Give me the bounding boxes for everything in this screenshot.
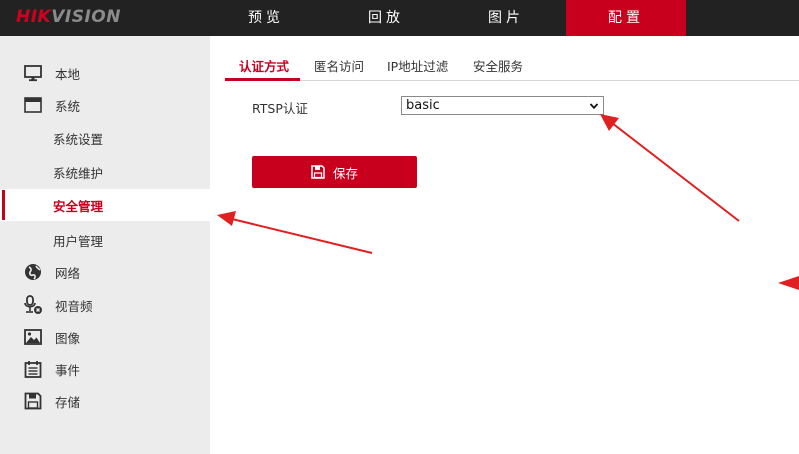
tab-authentication[interactable]: 认证方式 [239, 56, 289, 75]
hikvision-logo: HIKVISION [16, 7, 121, 27]
annotation-arrow-sidebar [217, 211, 373, 254]
monitor-icon [23, 64, 43, 82]
globe-icon [23, 263, 43, 281]
sidebar-item-storage[interactable]: 存储 [0, 385, 210, 417]
window-icon [23, 96, 43, 114]
sidebar-item-event[interactable]: 事件 [0, 353, 210, 385]
rtsp-auth-select[interactable]: basic [401, 96, 604, 115]
floppy-disk-icon [23, 392, 43, 410]
tab-anonymous-access[interactable]: 匿名访问 [314, 56, 364, 75]
sidebar-item-label: 存储 [55, 394, 81, 410]
logo-text-red: HIK [16, 7, 52, 27]
main-nav: 预览 回放 图片 配置 [206, 0, 686, 36]
sidebar-item-label: 安全管理 [53, 198, 104, 214]
save-button[interactable]: 保存 [252, 156, 417, 188]
sidebar-item-label: 系统设置 [53, 131, 104, 147]
sidebar-item-label: 网络 [55, 265, 81, 281]
microphone-icon [23, 295, 43, 314]
save-button-label: 保存 [332, 165, 358, 181]
sidebar-item-label: 图像 [55, 330, 81, 346]
active-indicator [2, 190, 5, 220]
sidebar-item-label: 视音频 [55, 298, 93, 314]
nav-picture[interactable]: 图片 [446, 0, 566, 36]
sidebar-item-system-settings[interactable]: 系统设置 [0, 122, 210, 154]
sidebar-item-label: 用户管理 [53, 233, 104, 249]
sidebar-item-network[interactable]: 网络 [0, 256, 210, 288]
sidebar-item-system-maintenance[interactable]: 系统维护 [0, 156, 210, 188]
active-tab-underline [225, 78, 300, 81]
sidebar-item-security[interactable]: 安全管理 [0, 189, 210, 221]
chevron-down-icon [588, 100, 600, 112]
calendar-icon [23, 360, 43, 378]
sidebar-item-label: 系统维护 [53, 165, 104, 181]
sidebar-item-label: 系统 [55, 98, 81, 114]
nav-preview[interactable]: 预览 [206, 0, 326, 36]
tab-ip-filter[interactable]: IP地址过滤 [387, 56, 448, 75]
sidebar-item-video-audio[interactable]: 视音频 [0, 289, 210, 321]
nav-playback[interactable]: 回放 [326, 0, 446, 36]
image-icon [23, 328, 43, 346]
tab-bar: 认证方式 匿名访问 IP地址过滤 安全服务 [225, 48, 799, 81]
logo-text-gray: VISION [51, 7, 121, 27]
top-bar: HIKVISION 预览 回放 图片 配置 [0, 0, 799, 36]
sidebar-item-image[interactable]: 图像 [0, 321, 210, 353]
annotation-arrow-edge [778, 276, 799, 290]
sidebar-item-local[interactable]: 本地 [0, 57, 210, 89]
tab-security-service[interactable]: 安全服务 [473, 56, 523, 75]
sidebar-item-system[interactable]: 系统 [0, 89, 210, 121]
sidebar-item-label: 事件 [55, 362, 81, 378]
rtsp-auth-label: RTSP认证 [252, 101, 308, 116]
nav-configuration[interactable]: 配置 [566, 0, 686, 36]
sidebar: 本地 系统 系统设置 系统维护 安全管理 用户管理 网络 视音频 图像 事件 存… [0, 36, 210, 454]
annotation-arrow-select [600, 114, 740, 222]
sidebar-item-user-management[interactable]: 用户管理 [0, 224, 210, 256]
floppy-disk-icon [311, 165, 325, 179]
rtsp-auth-selected-value: basic [406, 98, 440, 113]
sidebar-item-label: 本地 [55, 66, 81, 82]
